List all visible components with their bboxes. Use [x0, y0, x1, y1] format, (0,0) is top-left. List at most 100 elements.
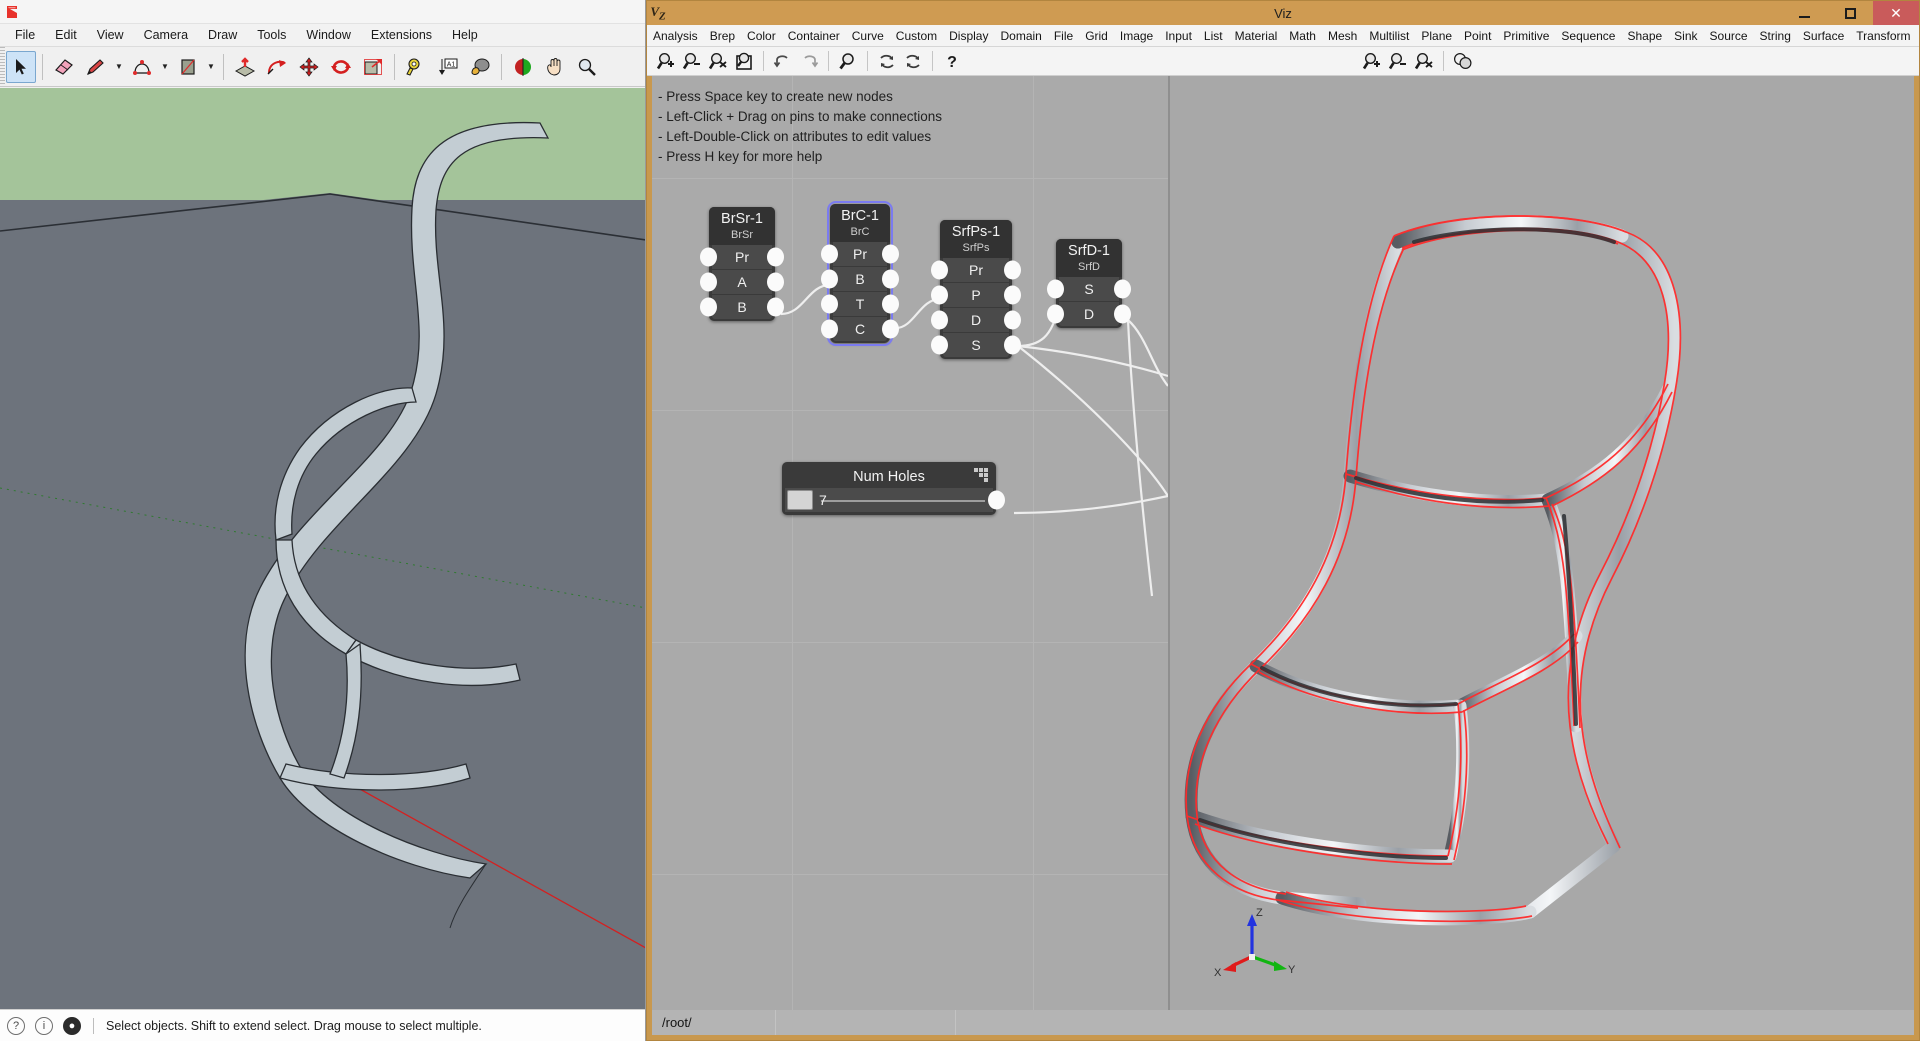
arc-tool-dropdown-icon[interactable]: ▼ — [159, 51, 171, 83]
viz-menu-image[interactable]: Image — [1114, 26, 1159, 46]
input-pin[interactable] — [821, 320, 838, 339]
output-pin[interactable] — [882, 245, 899, 264]
view-shade-button[interactable] — [1450, 49, 1476, 74]
input-pin[interactable] — [821, 245, 838, 264]
help-button[interactable]: ? — [939, 49, 965, 74]
viz-menu-point[interactable]: Point — [1458, 26, 1497, 46]
rectangle-tool-dropdown-icon[interactable]: ▼ — [205, 51, 217, 83]
input-pin[interactable] — [931, 311, 948, 330]
output-pin[interactable] — [1114, 305, 1131, 324]
sketchup-menubar[interactable]: File Edit View Camera Draw Tools Window … — [0, 24, 645, 47]
node-port-row[interactable]: D — [1059, 302, 1119, 326]
input-pin[interactable] — [931, 286, 948, 305]
minimize-icon[interactable] — [1781, 1, 1827, 25]
find-button[interactable] — [835, 49, 861, 74]
zoom-tool-button[interactable] — [572, 51, 602, 83]
input-pin[interactable] — [1047, 280, 1064, 299]
input-pin[interactable] — [821, 270, 838, 289]
node-port-row[interactable]: D — [943, 308, 1009, 332]
menu-extensions[interactable]: Extensions — [361, 25, 442, 45]
scale-tool-button[interactable] — [358, 51, 388, 83]
line-tool-dropdown-icon[interactable]: ▼ — [113, 51, 125, 83]
eraser-tool-button[interactable] — [49, 51, 79, 83]
viz-3d-viewport[interactable]: Z Y X — [1168, 76, 1914, 1010]
input-pin[interactable] — [700, 273, 717, 292]
node-port-row[interactable]: B — [712, 295, 772, 319]
followme-tool-button[interactable] — [262, 51, 292, 83]
rotate-tool-button[interactable] — [326, 51, 356, 83]
viz-menubar[interactable]: Analysis Brep Color Container Curve Cust… — [647, 25, 1919, 47]
view-zoom-reset-button[interactable] — [1411, 49, 1437, 74]
refresh-button[interactable] — [874, 49, 900, 74]
output-pin[interactable] — [767, 298, 784, 317]
output-pin[interactable] — [882, 270, 899, 289]
viz-menu-list[interactable]: List — [1198, 26, 1229, 46]
pan-tool-button[interactable] — [540, 51, 570, 83]
paint-bucket-tool-button[interactable] — [465, 51, 495, 83]
move-tool-button[interactable] — [294, 51, 324, 83]
menu-window[interactable]: Window — [296, 25, 360, 45]
output-pin[interactable] — [1004, 286, 1021, 305]
viz-menu-mesh[interactable]: Mesh — [1322, 26, 1363, 46]
menu-camera[interactable]: Camera — [134, 25, 198, 45]
node-port-row[interactable]: P — [943, 283, 1009, 307]
output-pin[interactable] — [882, 320, 899, 339]
output-pin[interactable] — [1004, 311, 1021, 330]
text-tool-button[interactable]: A1 — [433, 51, 463, 83]
viz-menu-display[interactable]: Display — [943, 26, 994, 46]
node-port-row[interactable]: T — [833, 292, 887, 316]
menu-edit[interactable]: Edit — [45, 25, 87, 45]
viz-menu-sink[interactable]: Sink — [1668, 26, 1703, 46]
node-port-row[interactable]: Pr — [833, 242, 887, 266]
zoom-fit-button[interactable] — [731, 49, 757, 74]
viz-menu-color[interactable]: Color — [741, 26, 782, 46]
input-pin[interactable] — [931, 261, 948, 280]
viz-menu-input[interactable]: Input — [1159, 26, 1198, 46]
viz-menu-domain[interactable]: Domain — [994, 26, 1047, 46]
node-srfd-1[interactable]: SrfD-1 SrfD S D — [1056, 239, 1122, 328]
viz-menu-grid[interactable]: Grid — [1079, 26, 1114, 46]
viz-menu-container[interactable]: Container — [782, 26, 846, 46]
node-brsr-1[interactable]: BrSr-1 BrSr Pr A — [709, 207, 775, 321]
pushpull-tool-button[interactable] — [230, 51, 260, 83]
node-port-row[interactable]: A — [712, 270, 772, 294]
viz-menu-curve[interactable]: Curve — [846, 26, 890, 46]
view-zoom-in-button[interactable] — [1359, 49, 1385, 74]
menu-draw[interactable]: Draw — [198, 25, 247, 45]
output-pin[interactable] — [1114, 280, 1131, 299]
line-tool-button[interactable] — [81, 51, 111, 83]
viz-menu-shape[interactable]: Shape — [1621, 26, 1668, 46]
num-holes-slider-node[interactable]: Num Holes 7 — [782, 462, 996, 515]
node-port-row[interactable]: S — [1059, 277, 1119, 301]
viz-menu-math[interactable]: Math — [1283, 26, 1322, 46]
menu-tools[interactable]: Tools — [247, 25, 296, 45]
grip-dots-icon[interactable] — [974, 468, 989, 483]
node-graph-canvas[interactable]: - Press Space key to create new nodes - … — [652, 76, 1168, 1010]
viz-menu-brep[interactable]: Brep — [704, 26, 741, 46]
node-port-row[interactable]: Pr — [943, 258, 1009, 282]
node-port-row[interactable]: S — [943, 333, 1009, 357]
viz-menu-primitive[interactable]: Primitive — [1497, 26, 1555, 46]
viz-menu-plane[interactable]: Plane — [1415, 26, 1458, 46]
output-pin[interactable] — [1004, 336, 1021, 355]
viz-menu-custom[interactable]: Custom — [890, 26, 943, 46]
input-pin[interactable] — [700, 298, 717, 317]
viz-menu-source[interactable]: Source — [1704, 26, 1754, 46]
rectangle-tool-button[interactable] — [173, 51, 203, 83]
node-port-row[interactable]: Pr — [712, 245, 772, 269]
node-port-row[interactable]: C — [833, 317, 887, 341]
menu-view[interactable]: View — [87, 25, 134, 45]
input-pin[interactable] — [931, 336, 948, 355]
zoom-in-button[interactable] — [653, 49, 679, 74]
viz-menu-sequence[interactable]: Sequence — [1555, 26, 1621, 46]
viz-menu-string[interactable]: String — [1754, 26, 1797, 46]
orbit-tool-button[interactable] — [508, 51, 538, 83]
slider-track[interactable]: 7 — [785, 488, 993, 512]
viz-menu-transform[interactable]: Transform — [1850, 26, 1916, 46]
select-tool-button[interactable] — [6, 51, 36, 83]
viz-menu-multilist[interactable]: Multilist — [1363, 26, 1415, 46]
undo-button[interactable] — [770, 49, 796, 74]
account-circle-icon[interactable]: ● — [63, 1017, 81, 1035]
viz-menu-file[interactable]: File — [1048, 26, 1079, 46]
question-circle-icon[interactable]: ? — [7, 1017, 25, 1035]
